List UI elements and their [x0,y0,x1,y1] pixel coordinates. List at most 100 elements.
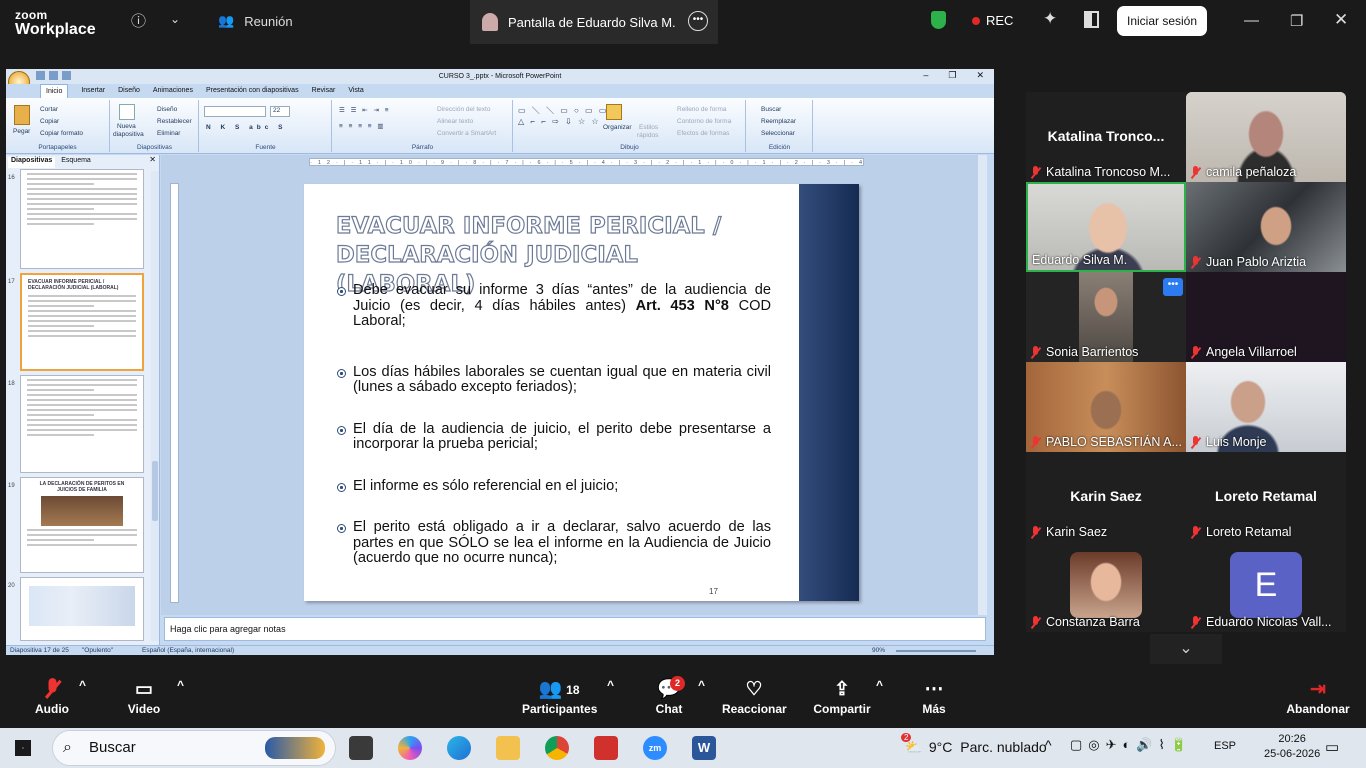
alinear-texto-button[interactable]: Alinear texto [437,118,473,125]
status-zoom[interactable]: 90% [872,646,885,655]
tab-inicio[interactable]: Inicio [40,84,69,98]
ppt-close-icon[interactable]: ✕ [976,70,984,81]
audio-caret-icon[interactable]: ^ [79,678,86,692]
tray-icons[interactable]: ▢◎✈◐🔊⌇🔋 [1070,737,1193,753]
font-name-field[interactable] [204,106,266,117]
reactions-button[interactable]: ♡ Reaccionar [722,678,787,716]
participant-tile-active-speaker[interactable]: Eduardo Silva M. [1026,182,1186,272]
gallery-chevron-down-icon[interactable]: ⌄ [1150,634,1222,664]
chat-button[interactable]: 💬 2 Chat [650,676,688,716]
seleccionar-button[interactable]: Seleccionar [761,130,795,137]
tab-vista[interactable]: Vista [348,84,363,98]
organizar-button[interactable]: Organizar [603,124,632,131]
ai-sparkle-icon[interactable]: ✦ [1043,9,1057,29]
copilot-icon[interactable] [398,736,422,760]
minimize-icon[interactable]: — [1244,12,1259,29]
contorno-forma-button[interactable]: Contorno de forma [677,118,731,125]
direccion-texto-button[interactable]: Dirección del texto [437,106,490,113]
tab-animaciones[interactable]: Animaciones [153,84,193,98]
pegar-button[interactable]: Pegar [13,128,30,135]
zoom-app-icon[interactable]: zm [643,736,667,760]
estilos-label-2[interactable]: rápidos [637,132,658,139]
tab-revisar[interactable]: Revisar [312,84,336,98]
maximize-icon[interactable]: ❐ [1290,12,1303,30]
pane-close-icon[interactable]: ✕ [149,155,156,164]
nueva-label[interactable]: Nueva [117,123,136,130]
more-options-icon[interactable]: ••• [1163,278,1183,296]
close-icon[interactable]: ✕ [1334,10,1348,30]
font-size-field[interactable]: 22 [270,106,290,117]
arrange-icon[interactable] [606,104,622,120]
tab-insertar[interactable]: Insertar [81,84,105,98]
share-caret-icon[interactable]: ^ [876,678,883,692]
windows-start-icon[interactable] [15,740,31,756]
shapes-gallery-row2[interactable]: △ ⌐ ⌐ ⇨ ⇩ ☆ ☆ [518,117,601,126]
edge-icon[interactable] [447,736,471,760]
participant-tile[interactable]: Angela Villarroel [1186,272,1346,362]
view-layout-icon[interactable] [1084,11,1099,28]
efectos-formas-button[interactable]: Efectos de formas [677,130,729,137]
meeting-tab[interactable]: 👥 Reunión [218,13,293,29]
new-slide-icon[interactable] [119,104,135,120]
participants-caret-icon[interactable]: ^ [607,678,614,692]
convertir-smartart-button[interactable]: Convertir a SmartArt [437,130,496,137]
participant-tile[interactable]: Karin Saez Karin Saez [1026,452,1186,542]
redo-icon[interactable] [62,71,71,80]
language-indicator[interactable]: ESP [1214,740,1236,752]
relleno-forma-button[interactable]: Relleno de forma [677,106,727,113]
editor-scrollbar[interactable] [978,155,987,615]
undo-icon[interactable] [49,71,58,80]
slide-bullets[interactable]: Debe evacuar su informe 3 días “antes” d… [337,282,771,567]
tab-diseno[interactable]: Diseño [118,84,140,98]
share-button[interactable]: ⇪ Compartir [812,678,872,716]
buscar-button[interactable]: Buscar [761,106,781,113]
participant-tile[interactable]: Katalina Tronco... Katalina Troncoso M..… [1026,92,1186,182]
slide-thumbnail-17[interactable]: EVACUAR INFORME PERICIAL / DECLARACIÓN J… [20,273,144,371]
restablecer-button[interactable]: Restablecer [157,118,192,125]
paste-icon[interactable] [14,105,30,125]
tray-chevron-icon[interactable]: ^ [1045,737,1052,753]
signin-button[interactable]: Iniciar sesión [1117,6,1207,36]
notes-field[interactable]: Haga clic para agregar notas [164,617,986,641]
save-icon[interactable] [36,71,45,80]
diseno-button[interactable]: Diseño [157,106,177,113]
current-slide[interactable]: EVACUAR INFORME PERICIAL / DECLARACIÓN J… [304,184,859,601]
weather-widget[interactable]: ⛅ 2 9°C Parc. nublado [901,733,1047,756]
participant-tile[interactable]: Juan Pablo Ariztia [1186,182,1346,272]
task-view-icon[interactable] [349,736,373,760]
list-buttons[interactable]: ☰ ☰ ⇤ ⇥ ≡ [339,106,391,114]
participant-tile[interactable]: Constanza Barra [1026,542,1186,632]
ppt-minimize-icon[interactable]: – [923,70,928,81]
participant-tile[interactable]: PABLO SEBASTIÁN A... [1026,362,1186,452]
participant-tile[interactable]: Loreto Retamal Loreto Retamal [1186,452,1346,542]
slide-thumbnail-19[interactable]: LA DECLARACIÓN DE PERITOS EN JUICIOS DE … [20,477,144,573]
screen-share-tab[interactable]: Pantalla de Eduardo Silva M. ••• [470,0,718,44]
word-icon[interactable]: W [692,736,716,760]
copiar-formato-button[interactable]: Copiar formato [40,130,83,137]
notifications-icon[interactable]: ▭ [1325,738,1339,756]
pane-scrollbar[interactable] [151,171,159,641]
info-icon[interactable]: ⓘ [131,10,146,31]
chrome-icon[interactable] [545,736,569,760]
ppt-maximize-icon[interactable]: ❐ [948,70,956,81]
slide-thumbnail-20[interactable] [20,577,144,641]
recording-indicator[interactable]: REC [972,13,1013,28]
taskbar-clock[interactable]: 20:26 25-06-2026 [1264,732,1320,762]
diapositiva-label[interactable]: diapositiva [113,131,144,138]
participant-tile[interactable]: ••• Sonia Barrientos [1026,272,1186,362]
file-explorer-icon[interactable] [496,736,520,760]
tab-esquema[interactable]: Esquema [61,157,91,168]
slide-thumbnail-16[interactable] [20,169,144,269]
chat-caret-icon[interactable]: ^ [698,678,705,692]
audio-button[interactable]: Audio [32,678,72,716]
taskbar-search[interactable]: ⌕ Buscar [52,730,336,766]
zoom-slider[interactable] [896,650,976,652]
reemplazar-button[interactable]: Reemplazar [761,118,796,125]
shield-icon[interactable] [931,11,946,29]
chevron-down-icon[interactable]: ⌄ [170,12,180,26]
acrobat-icon[interactable] [594,736,618,760]
slide-thumbnail-18[interactable] [20,375,144,473]
eliminar-button[interactable]: Eliminar [157,130,180,137]
participant-tile[interactable]: Luis Monje [1186,362,1346,452]
cortar-button[interactable]: Cortar [40,106,58,113]
